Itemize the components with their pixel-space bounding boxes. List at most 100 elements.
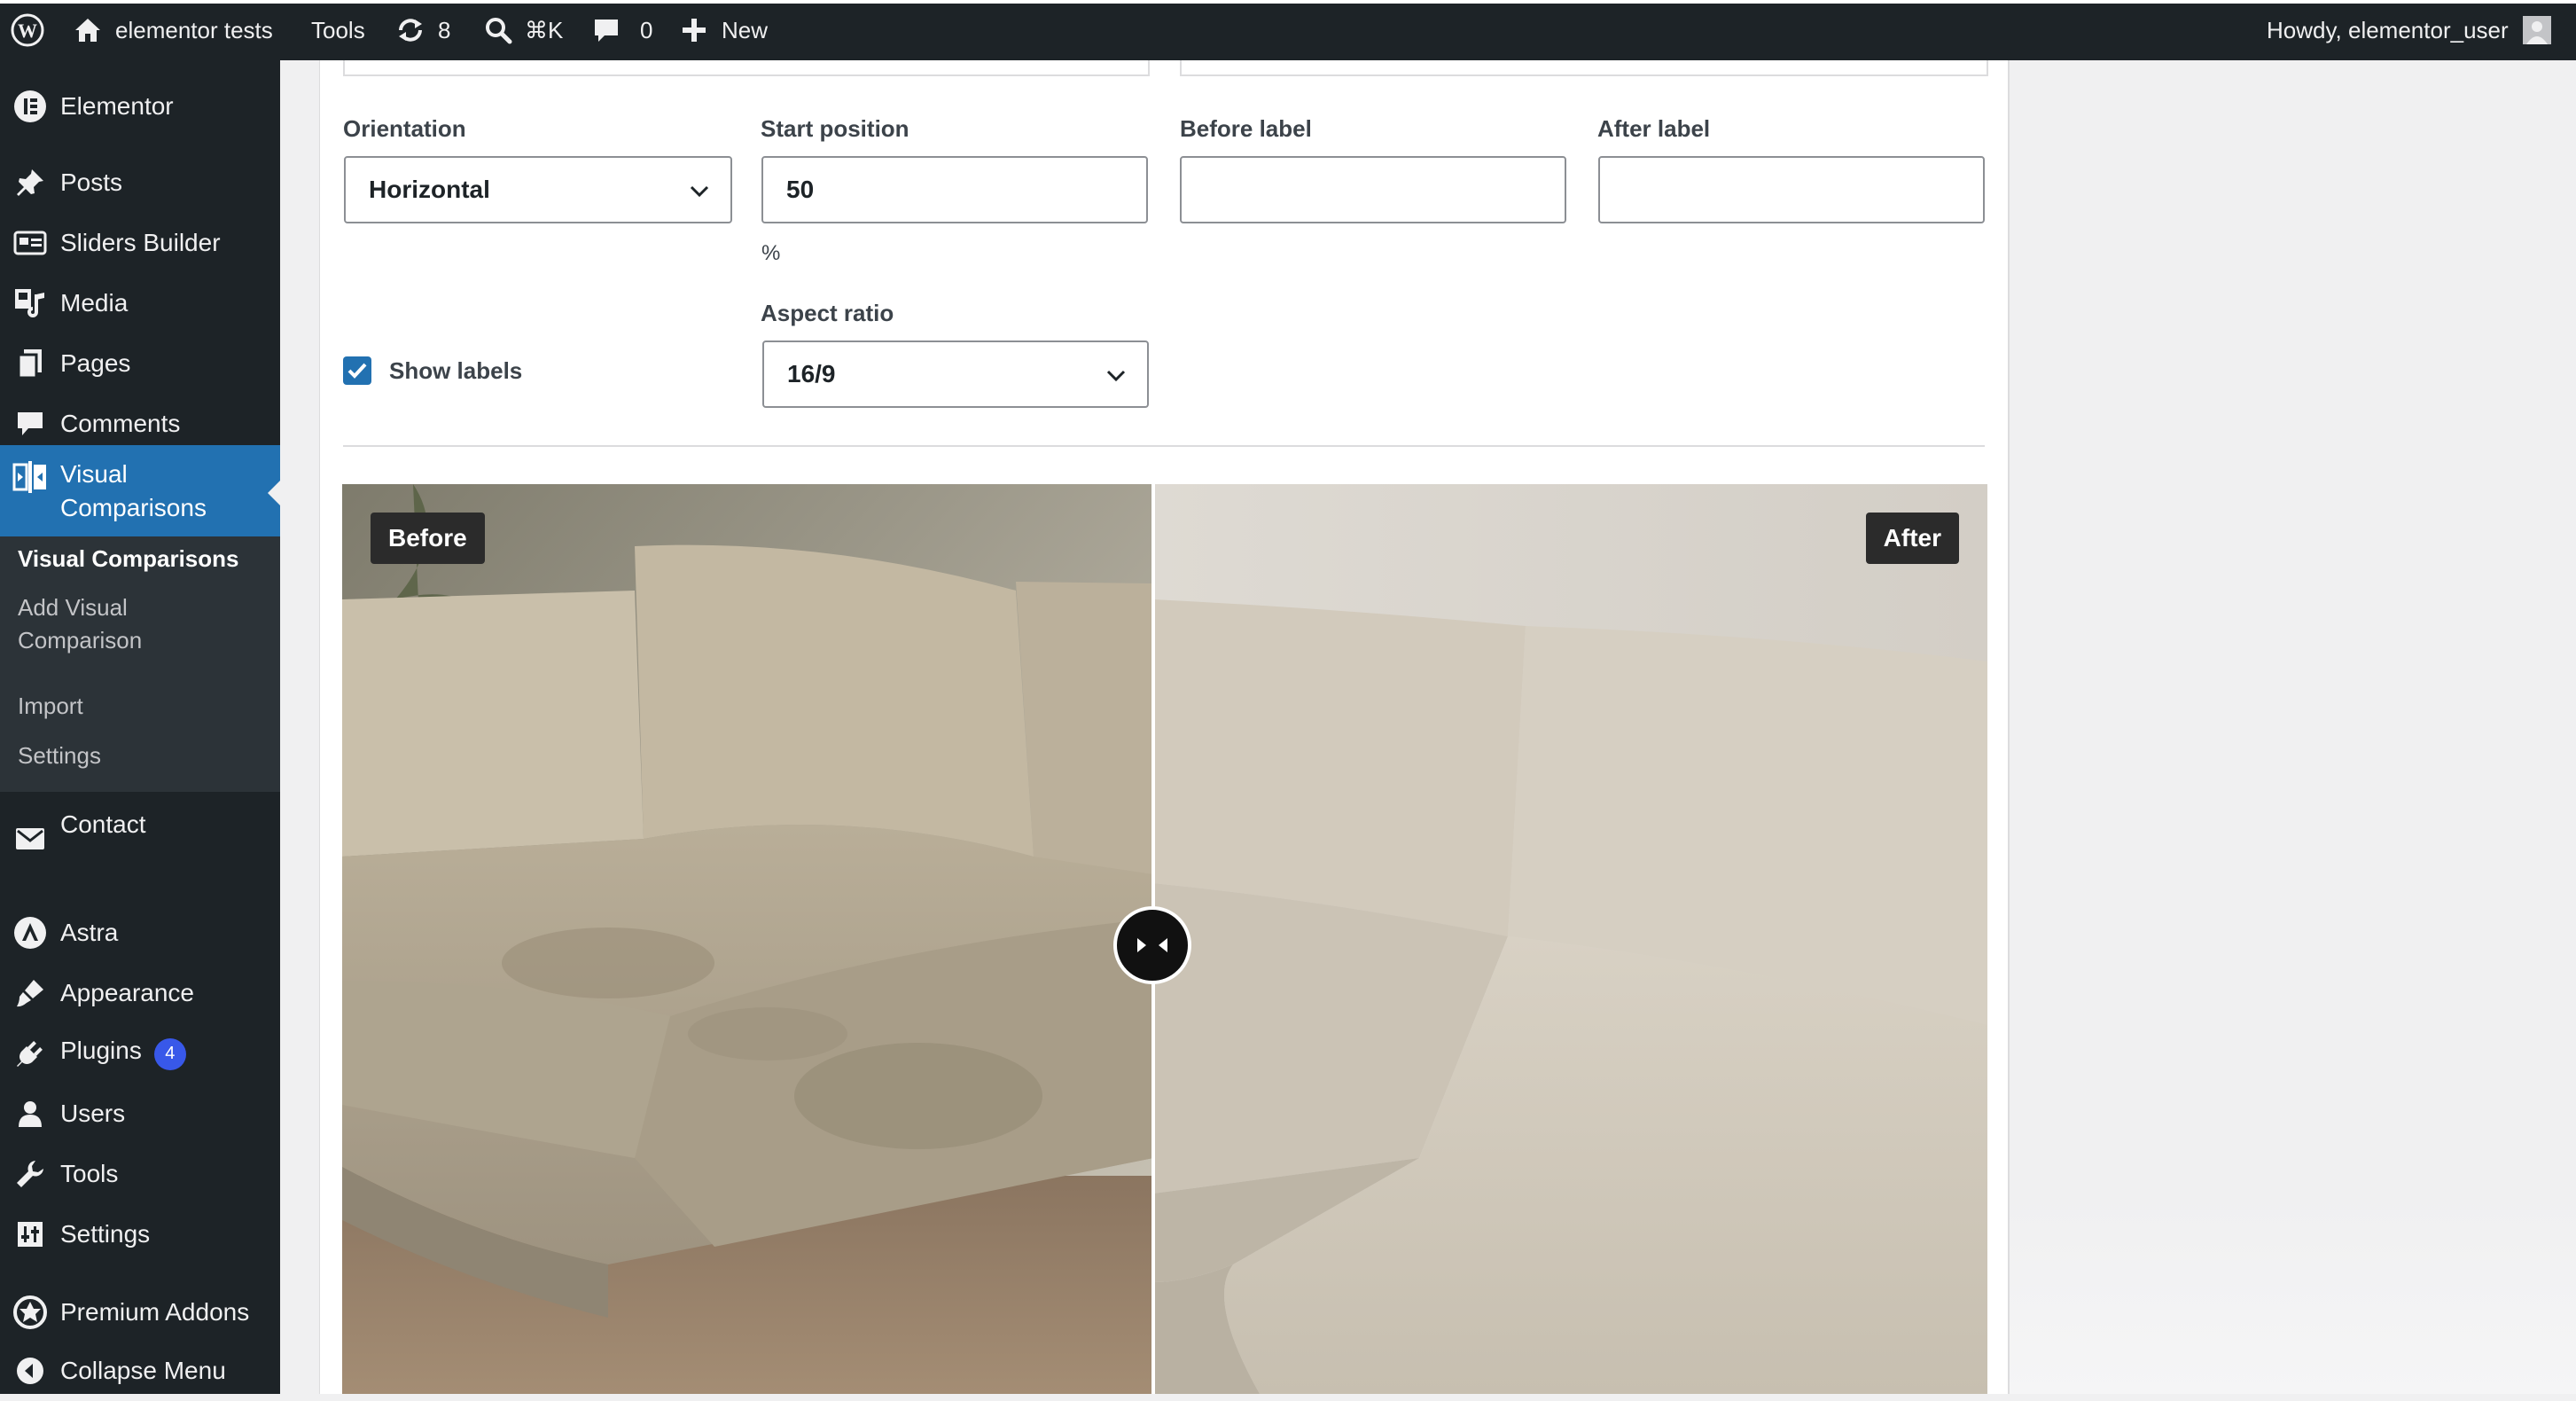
- submenu-visual-comparisons[interactable]: Visual Comparisons: [18, 543, 239, 575]
- menu-label: Contact: [60, 810, 146, 838]
- comments-count: 0: [640, 17, 653, 43]
- collapse-icon: [12, 1353, 48, 1389]
- menu-label: Sliders Builder: [60, 229, 221, 256]
- menu-appearance[interactable]: Appearance: [0, 963, 280, 1023]
- wordpress-logo-icon[interactable]: W: [11, 0, 44, 60]
- submenu-label-line2: Comparison: [18, 627, 143, 654]
- menu-label: Pages: [60, 349, 131, 377]
- plus-icon: [681, 17, 707, 43]
- submenu-settings[interactable]: Settings: [18, 740, 101, 772]
- collapse-menu-button[interactable]: Collapse Menu: [0, 1341, 280, 1401]
- after-label-tag: After: [1865, 513, 1959, 564]
- plugins-label: Plugins: [60, 1037, 142, 1065]
- site-name-link[interactable]: elementor tests: [73, 0, 273, 60]
- command-shortcut: ⌘K: [525, 17, 564, 43]
- wrench-icon: [12, 1156, 48, 1192]
- after-label-label: After label: [1597, 115, 1711, 142]
- menu-label: Elementor: [60, 92, 174, 120]
- show-labels-text: Show labels: [389, 356, 523, 384]
- user-icon: [12, 1096, 48, 1131]
- menu-plugins[interactable]: Plugins 4: [0, 1023, 280, 1084]
- submenu-add-visual-comparison[interactable]: Add Visual Comparison: [18, 591, 142, 657]
- compare-icon: [12, 459, 48, 495]
- svg-text:W: W: [18, 20, 37, 42]
- menu-label: Plugins 4: [60, 1037, 186, 1070]
- menu-sliders-builder[interactable]: Sliders Builder: [0, 213, 280, 273]
- menu-premium-addons[interactable]: Premium Addons: [0, 1282, 280, 1342]
- user-avatar-icon: [2525, 21, 2548, 44]
- menu-users[interactable]: Users: [0, 1084, 280, 1144]
- after-label-input[interactable]: [1598, 156, 1985, 223]
- refresh-icon: [395, 15, 425, 45]
- admin-bar: W elementor tests Tools 8 ⌘K 0 New Howdy…: [0, 0, 2576, 60]
- submenu-import[interactable]: Import: [18, 690, 83, 723]
- section-divider: [343, 445, 1985, 447]
- before-image: Before: [342, 484, 1153, 1394]
- account-link[interactable]: Howdy, elementor_user: [2267, 0, 2551, 60]
- menu-contact[interactable]: Contact: [0, 793, 280, 885]
- orientation-label: Orientation: [343, 115, 466, 142]
- settings-icon: [12, 1217, 48, 1252]
- aspect-ratio-select[interactable]: 16/9: [762, 340, 1149, 408]
- aspect-ratio-value: 16/9: [787, 360, 836, 387]
- chevron-down-icon: [1105, 364, 1128, 393]
- checkmark-icon: [347, 363, 367, 379]
- aspect-ratio-label: Aspect ratio: [761, 300, 894, 326]
- premium-icon: [12, 1295, 48, 1330]
- comparison-handle[interactable]: [1113, 906, 1191, 984]
- menu-label: Users: [60, 1100, 126, 1127]
- admin-menu: Elementor Posts Sliders Builder Media Pa…: [0, 60, 280, 1394]
- updates-count: 8: [438, 17, 451, 43]
- avatar: [2522, 16, 2551, 44]
- menu-label: Settings: [60, 1220, 151, 1248]
- chevron-down-icon: [688, 179, 711, 208]
- menu-astra[interactable]: Astra: [0, 903, 280, 963]
- menu-label-line1: Visual: [60, 460, 128, 488]
- previous-field-edge: [343, 60, 1150, 76]
- menu-pages[interactable]: Pages: [0, 333, 280, 394]
- media-icon: [12, 286, 48, 321]
- tools-label: Tools: [311, 17, 365, 43]
- menu-settings[interactable]: Settings: [0, 1204, 280, 1264]
- before-label-input[interactable]: [1180, 156, 1566, 223]
- orientation-select[interactable]: Horizontal: [344, 156, 732, 223]
- menu-label: Premium Addons: [60, 1298, 250, 1326]
- comparison-preview[interactable]: Before After: [342, 484, 1987, 1394]
- show-labels-checkbox[interactable]: [343, 356, 371, 385]
- pin-icon: [12, 165, 48, 200]
- after-image: After: [1153, 484, 1987, 1394]
- orientation-value: Horizontal: [369, 176, 490, 203]
- menu-label: Collapse Menu: [60, 1357, 226, 1384]
- comment-icon: [592, 16, 621, 44]
- command-palette-link[interactable]: ⌘K: [484, 0, 563, 60]
- start-position-unit: %: [761, 241, 781, 265]
- menu-label: Astra: [60, 919, 119, 946]
- mail-icon: [12, 821, 48, 857]
- start-position-input[interactable]: 50: [761, 156, 1148, 223]
- menu-label: Comments: [60, 410, 181, 437]
- menu-visual-comparisons[interactable]: Visual Comparisons: [0, 445, 280, 536]
- updates-link[interactable]: 8: [395, 0, 450, 60]
- before-label-tag: Before: [371, 513, 485, 564]
- menu-label-line2: Comparisons: [60, 494, 207, 521]
- plugin-icon: [12, 1036, 48, 1071]
- slider-icon: [12, 225, 48, 261]
- plugins-update-badge: 4: [153, 1037, 186, 1070]
- comments-link[interactable]: 0: [592, 0, 652, 60]
- page-background-right: [2009, 60, 2576, 1394]
- submenu-label-line1: Add Visual: [18, 594, 128, 621]
- menu-label: Appearance: [60, 979, 195, 1006]
- menu-tools[interactable]: Tools: [0, 1144, 280, 1204]
- menu-label: Media: [60, 289, 129, 317]
- new-content-link[interactable]: New: [681, 0, 768, 60]
- elementor-icon: [12, 89, 48, 124]
- menu-media[interactable]: Media: [0, 273, 280, 333]
- menu-label: Posts: [60, 168, 123, 196]
- tools-link[interactable]: Tools: [311, 0, 365, 60]
- before-label-label: Before label: [1180, 115, 1312, 142]
- menu-elementor[interactable]: Elementor: [0, 74, 280, 138]
- new-label: New: [722, 17, 769, 43]
- menu-label: Tools: [60, 1160, 119, 1187]
- menu-posts[interactable]: Posts: [0, 153, 280, 213]
- show-labels-option[interactable]: Show labels: [343, 356, 522, 385]
